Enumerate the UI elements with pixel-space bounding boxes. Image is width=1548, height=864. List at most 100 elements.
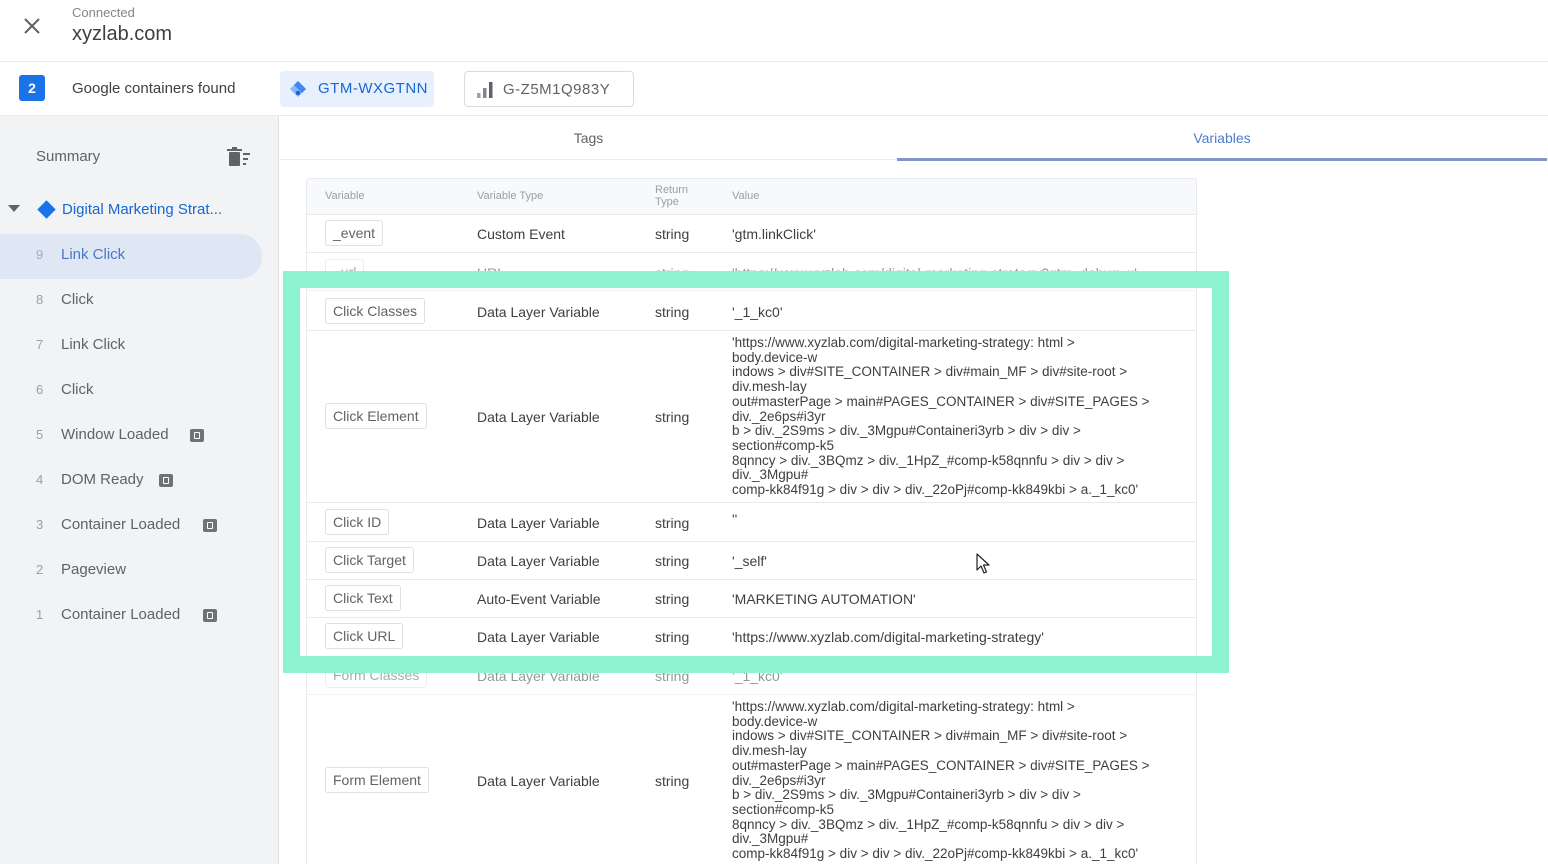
variable-value: '_1_kc0'	[732, 668, 783, 684]
table-row: Click Element Data Layer Variable string…	[307, 331, 1196, 503]
return-type: string	[655, 629, 690, 645]
summary-link[interactable]: Summary	[36, 148, 100, 165]
table-row: Form Element Data Layer Variable string …	[307, 695, 1196, 864]
variable-value: 'https://www.xyzlab.com/digital-marketin…	[732, 629, 1044, 645]
return-type: string	[655, 773, 690, 789]
variable-name: _url	[325, 259, 365, 285]
variable-name: Click Element	[325, 403, 427, 429]
page-label: Digital Marketing Strat...	[62, 201, 223, 218]
event-item[interactable]: 7 Link Click	[0, 324, 262, 369]
event-number: 6	[36, 382, 44, 397]
return-type: string	[655, 515, 690, 531]
event-name: Container Loaded	[61, 516, 181, 533]
header-variable: Variable	[325, 190, 365, 202]
variable-value: 'MARKETING AUTOMATION'	[732, 591, 916, 607]
event-number: 2	[36, 562, 44, 577]
event-item[interactable]: 8 Click	[0, 279, 262, 324]
header-variable-type: Variable Type	[477, 190, 544, 202]
event-number: 4	[36, 472, 44, 487]
event-name: DOM Ready	[61, 471, 144, 488]
main-panel: Tags Variables Variable Variable Type Re…	[280, 116, 1548, 864]
close-icon[interactable]	[20, 14, 44, 38]
page-tree-item[interactable]: Digital Marketing Strat...	[0, 196, 279, 224]
variable-name: Click Classes	[325, 298, 426, 324]
return-type: string	[655, 265, 690, 281]
variable-name: Click Target	[325, 547, 414, 573]
table-row: Click Classes Data Layer Variable string…	[307, 291, 1196, 331]
container-bar: 2 Google containers found GTM-WXGTNN G-Z…	[0, 62, 1548, 116]
return-type: string	[655, 553, 690, 569]
variable-type: Data Layer Variable	[477, 409, 600, 425]
header-return-type: Return Type	[655, 184, 689, 208]
variable-type: Data Layer Variable	[477, 773, 600, 789]
gtm-container-chip[interactable]: GTM-WXGTNN	[280, 71, 434, 107]
event-name: Click	[61, 381, 94, 398]
event-name: Container Loaded	[61, 606, 181, 623]
containers-found-label: Google containers found	[72, 80, 236, 97]
event-item[interactable]: 3 Container Loaded	[0, 504, 262, 549]
variable-value: 'https://www.xyzlab.com/digital-marketin…	[732, 335, 1150, 498]
variable-type: Data Layer Variable	[477, 668, 600, 684]
event-number: 3	[36, 517, 44, 532]
tab-variables[interactable]: Variables	[897, 116, 1547, 161]
table-row: Click URL Data Layer Variable string 'ht…	[307, 618, 1196, 657]
expand-caret-icon[interactable]	[8, 205, 20, 212]
return-type: string	[655, 409, 690, 425]
variable-type: Data Layer Variable	[477, 515, 600, 531]
connected-domain: xyzlab.com	[72, 23, 173, 45]
event-item[interactable]: 6 Click	[0, 369, 262, 414]
variable-name: Form Classes	[325, 662, 428, 688]
event-item[interactable]: 5 Window Loaded	[0, 414, 262, 459]
variable-type: Data Layer Variable	[477, 304, 600, 320]
variables-table: Variable Variable Type Return Type Value…	[306, 178, 1197, 864]
variable-name: Click URL	[325, 623, 404, 649]
return-type: string	[655, 226, 690, 242]
table-row: Click ID Data Layer Variable string ''	[307, 503, 1196, 542]
variable-value: 'https://www.xyzlab.com/digital-marketin…	[732, 265, 1137, 281]
connection-status: Connected	[72, 5, 135, 20]
event-list: 9 Link Click 8 Click 7 Link Click 6 Clic…	[0, 234, 279, 639]
event-item[interactable]: 2 Pageview	[0, 549, 262, 594]
event-name: Link Click	[61, 246, 126, 263]
return-type: string	[655, 668, 690, 684]
event-number: 9	[36, 247, 44, 262]
variable-type: URL	[477, 265, 506, 281]
event-code-icon	[159, 474, 173, 487]
event-item[interactable]: 1 Container Loaded	[0, 594, 262, 639]
table-row: _event Custom Event string 'gtm.linkClic…	[307, 215, 1196, 253]
delete-sweep-icon[interactable]	[226, 146, 252, 168]
variable-value: 'https://www.xyzlab.com/digital-marketin…	[732, 699, 1150, 862]
variable-type: Custom Event	[477, 226, 565, 242]
ga-bar-chart-icon	[477, 82, 493, 98]
variable-name: Click Text	[325, 585, 401, 611]
return-type: string	[655, 304, 690, 320]
variable-value: '_1_kc0'	[732, 304, 783, 320]
event-name: Click	[61, 291, 94, 308]
variable-name: _event	[325, 220, 384, 246]
variable-name: Click ID	[325, 509, 390, 535]
event-number: 8	[36, 292, 44, 307]
variable-value: 'gtm.linkClick'	[732, 226, 816, 242]
ga-container-id: G-Z5M1Q983Y	[503, 81, 611, 98]
variable-type: Data Layer Variable	[477, 553, 600, 569]
variable-name: Form Element	[325, 767, 429, 793]
tab-tags[interactable]: Tags	[280, 116, 897, 160]
event-item[interactable]: 4 DOM Ready	[0, 459, 262, 504]
event-code-icon	[203, 519, 217, 532]
event-name: Pageview	[61, 561, 127, 578]
table-row: Click Target Data Layer Variable string …	[307, 542, 1196, 580]
variable-type: Auto-Event Variable	[477, 591, 601, 607]
table-row: Click Text Auto-Event Variable string 'M…	[307, 580, 1196, 618]
table-row: _url URL string 'https://www.xyzlab.com/…	[307, 253, 1196, 291]
event-name: Link Click	[61, 336, 126, 353]
ga-container-chip[interactable]: G-Z5M1Q983Y	[464, 71, 634, 107]
event-name: Window Loaded	[61, 426, 169, 443]
return-type: string	[655, 591, 690, 607]
event-code-icon	[203, 609, 217, 622]
table-row: Form Classes Data Layer Variable string …	[307, 657, 1196, 695]
event-item[interactable]: 9 Link Click	[0, 234, 262, 279]
gtm-container-id: GTM-WXGTNN	[318, 80, 428, 97]
header-value: Value	[732, 190, 760, 202]
variable-type: Data Layer Variable	[477, 629, 600, 645]
table-header: Variable Variable Type Return Type Value	[307, 179, 1196, 215]
